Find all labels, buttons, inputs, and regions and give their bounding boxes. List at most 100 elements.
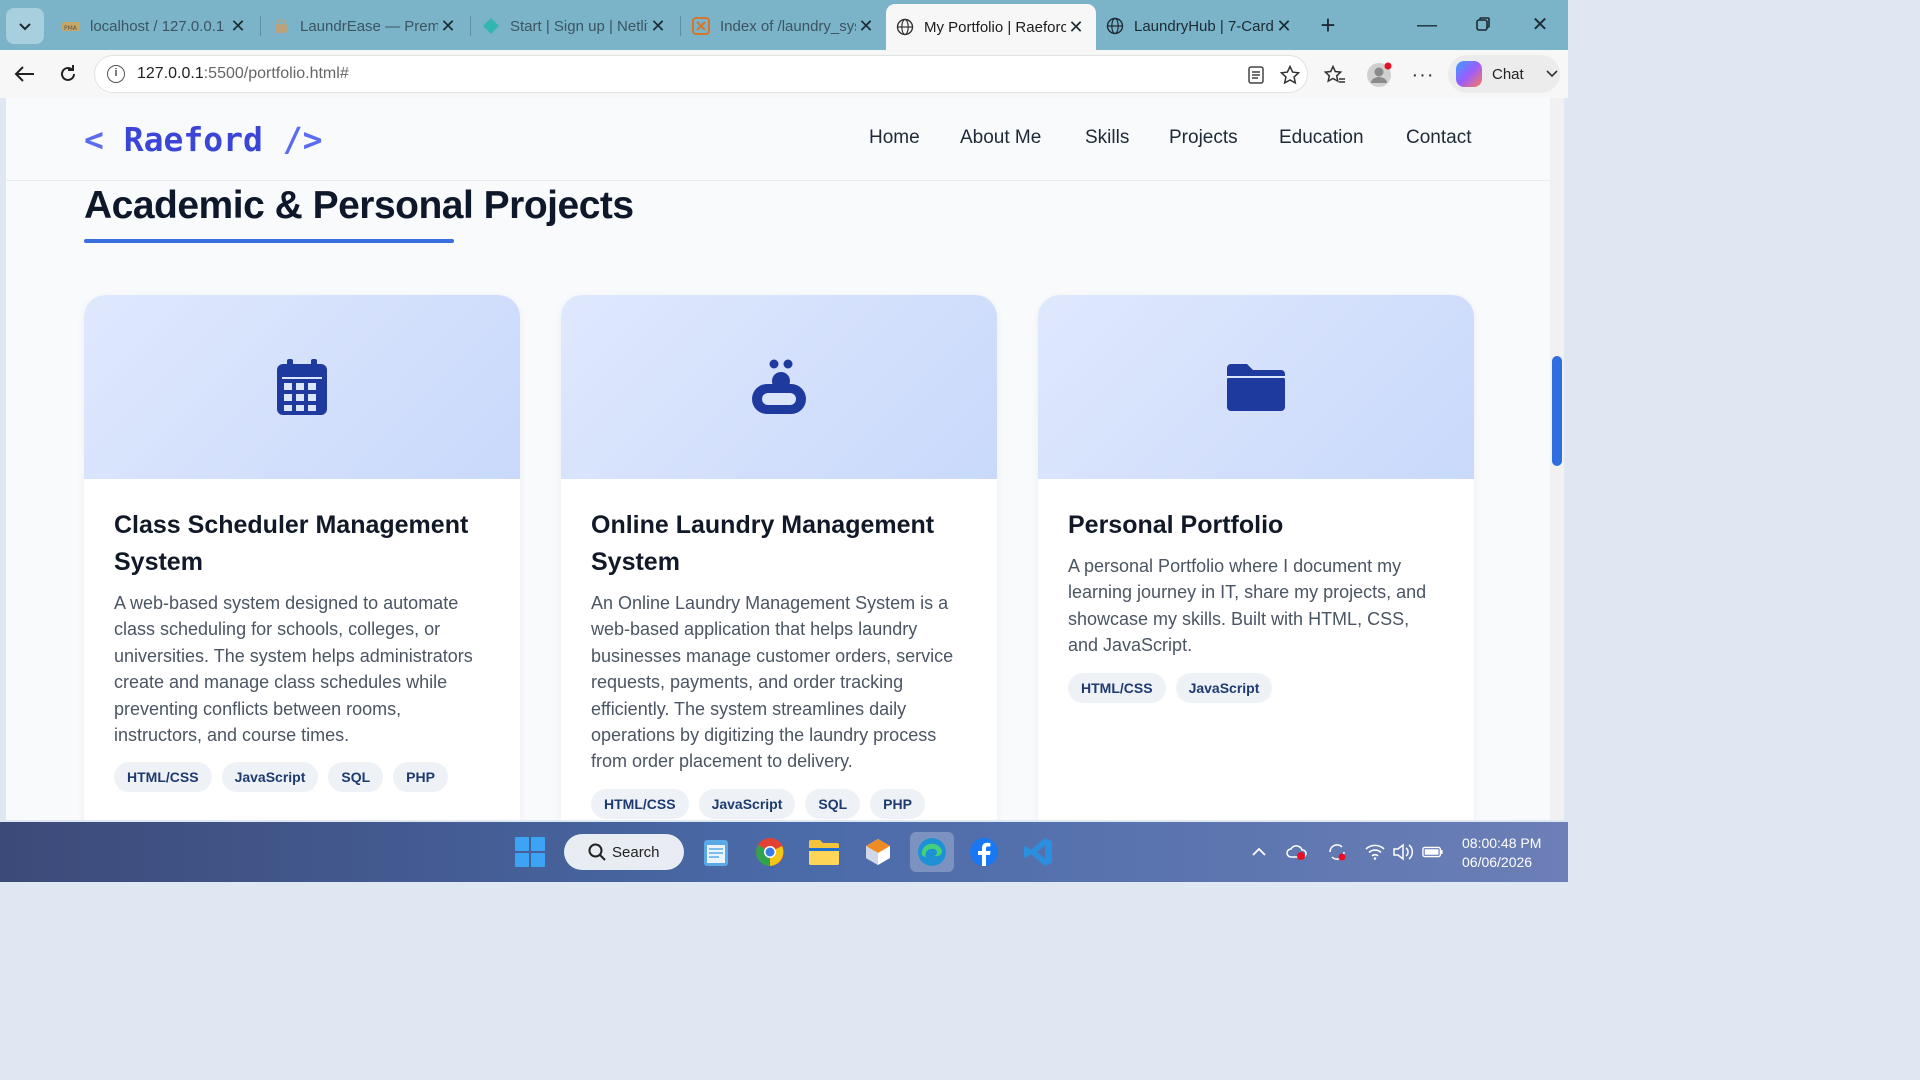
tech-tag: HTML/CSS [1068, 672, 1166, 703]
project-description: A web-based system designed to automate … [114, 593, 473, 746]
taskbar-search[interactable]: Search [564, 834, 684, 870]
project-title: Personal Portfolio [1068, 511, 1284, 539]
globe-icon [1106, 17, 1124, 35]
chrome-icon[interactable] [750, 832, 790, 872]
tech-tags: HTML/CSS JavaScript SQL PHP [591, 788, 967, 819]
tech-tag: JavaScript [1175, 672, 1273, 703]
browser-tab-bar: PMA localhost / 127.0.0.1 / ✕ LaundrEase… [0, 0, 1568, 50]
tab-laundryhub[interactable]: LaundryHub | 7-Card ✕ [1096, 8, 1304, 44]
tab-phpmyadmin[interactable]: PMA localhost / 127.0.0.1 / ✕ [52, 8, 258, 44]
folder-icon [1227, 364, 1285, 411]
project-title: Class Scheduler Management System [114, 511, 469, 576]
nav-education[interactable]: Education [1279, 127, 1364, 149]
nav-home[interactable]: Home [869, 127, 920, 149]
tab-laundrease[interactable]: LaundrEase — Premiu ✕ [262, 8, 468, 44]
tab-netlify[interactable]: Start | Sign up | Netlif ✕ [472, 8, 678, 44]
project-card-body: Class Scheduler Management System A web-… [84, 479, 520, 793]
tech-tags: HTML/CSS JavaScript SQL PHP [114, 762, 490, 793]
project-card-body: Online Laundry Management System An Onli… [561, 479, 997, 819]
close-tab-icon[interactable]: ✕ [438, 16, 458, 37]
globe-icon [896, 18, 914, 36]
wifi-icon[interactable] [1364, 841, 1386, 863]
file-explorer-icon[interactable] [804, 832, 844, 872]
xampp-icon [692, 17, 710, 35]
back-button[interactable] [10, 60, 38, 88]
tab-list-button[interactable] [6, 8, 44, 44]
chevron-down-icon [1546, 70, 1558, 78]
reload-icon [61, 65, 75, 81]
sync-icon[interactable] [1326, 841, 1348, 863]
tech-tag: SQL [328, 762, 384, 793]
site-info-icon[interactable]: i [107, 65, 125, 83]
start-button[interactable] [510, 832, 550, 872]
close-tab-icon[interactable]: ✕ [1274, 16, 1294, 37]
onedrive-status-icon[interactable] [1286, 841, 1308, 863]
nav-skills[interactable]: Skills [1085, 127, 1129, 149]
battery-icon[interactable] [1422, 841, 1444, 863]
soap-bubbles-icon [752, 359, 806, 414]
copilot-chat-button[interactable]: Chat [1448, 55, 1560, 93]
more-menu-icon[interactable]: ··· [1410, 62, 1436, 88]
profile-avatar[interactable] [1366, 62, 1392, 88]
tech-tag: PHP [870, 788, 925, 819]
site-logo[interactable]: < Raeford /> [84, 120, 322, 159]
favorites-icon[interactable] [1322, 62, 1348, 88]
project-title: Online Laundry Management System [591, 511, 935, 576]
tech-tags: HTML/CSS JavaScript [1068, 672, 1444, 703]
url-text: 127.0.0.1:5500/portfolio.html# [137, 65, 349, 82]
windows-taskbar: Search 08:00:48 PM 06/06/2026 [0, 822, 1568, 882]
tab-index-laundry[interactable]: Index of /laundry_sys ✕ [682, 8, 886, 44]
netlify-icon [482, 17, 500, 35]
address-toolbar: i 127.0.0.1:5500/portfolio.html# ··· Cha… [0, 50, 1568, 98]
vscode-icon[interactable] [1018, 832, 1058, 872]
facebook-icon[interactable] [964, 832, 1004, 872]
title-underline [84, 239, 454, 243]
copilot-icon [1456, 61, 1482, 87]
tray-overflow-chevron-icon[interactable] [1248, 841, 1270, 863]
phpmyadmin-icon: PMA [62, 17, 80, 35]
project-description: A personal Portfolio where I document my… [1068, 556, 1427, 656]
tech-tag: PHP [393, 762, 448, 793]
project-card-body: Personal Portfolio A personal Portfolio … [1038, 479, 1474, 703]
site-header: < Raeford /> Home About Me Skills Projec… [6, 98, 1562, 181]
restore-icon [1476, 17, 1490, 31]
close-tab-icon[interactable]: ✕ [648, 16, 668, 37]
nav-contact[interactable]: Contact [1406, 127, 1471, 149]
tab-my-portfolio[interactable]: My Portfolio | Raeforc ✕ [886, 4, 1096, 50]
project-card[interactable]: Class Scheduler Management System A web-… [84, 295, 520, 820]
section-title: Academic & Personal Projects [84, 184, 634, 227]
close-window-button[interactable]: ✕ [1520, 10, 1560, 40]
app-cube-icon[interactable] [858, 832, 898, 872]
project-card-banner [561, 295, 997, 479]
new-tab-button[interactable]: + [1313, 10, 1343, 40]
notepad-icon[interactable] [696, 832, 736, 872]
tech-tag: JavaScript [698, 788, 796, 819]
close-tab-icon[interactable]: ✕ [1066, 17, 1086, 38]
laundry-basket-icon [272, 17, 290, 35]
tech-tag: HTML/CSS [591, 788, 689, 819]
address-bar[interactable]: i 127.0.0.1:5500/portfolio.html# [94, 55, 1308, 93]
project-card[interactable]: Personal Portfolio A personal Portfolio … [1038, 295, 1474, 820]
close-tab-icon[interactable]: ✕ [856, 16, 876, 37]
edge-icon[interactable] [910, 832, 954, 872]
close-tab-icon[interactable]: ✕ [228, 16, 248, 37]
volume-icon[interactable] [1392, 841, 1414, 863]
reader-mode-icon[interactable] [1245, 64, 1267, 86]
favorite-star-icon[interactable] [1279, 64, 1301, 86]
minimize-button[interactable]: — [1407, 10, 1447, 40]
taskbar-clock[interactable]: 08:00:48 PM 06/06/2026 [1462, 834, 1541, 872]
windows-logo-icon [515, 837, 545, 867]
project-description: An Online Laundry Management System is a… [591, 593, 954, 772]
calendar-icon [277, 359, 327, 415]
chevron-down-icon [19, 23, 31, 31]
page-scrollbar-thumb[interactable] [1552, 356, 1562, 466]
search-icon [588, 843, 606, 861]
tech-tag: SQL [805, 788, 861, 819]
svg-text:PMA: PMA [64, 25, 78, 32]
project-card[interactable]: Online Laundry Management System An Onli… [561, 295, 997, 820]
reload-button[interactable] [54, 60, 82, 88]
back-arrow-icon [14, 66, 34, 82]
restore-button[interactable] [1463, 10, 1503, 40]
nav-projects[interactable]: Projects [1169, 127, 1238, 149]
nav-about-me[interactable]: About Me [960, 127, 1041, 149]
